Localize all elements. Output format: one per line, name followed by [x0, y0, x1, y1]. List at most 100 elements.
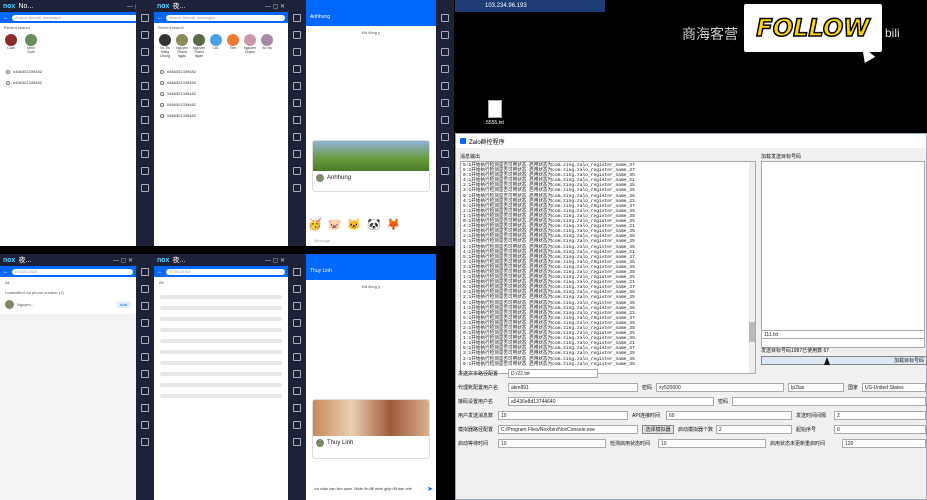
- history-item[interactable]: 0466301339482: [154, 88, 288, 99]
- recent-contact[interactable]: Nguyen Thanh Ngan: [192, 34, 206, 58]
- country-select[interactable]: US-United States: [862, 383, 926, 392]
- target-list[interactable]: [761, 161, 925, 348]
- back-icon[interactable]: ←: [157, 15, 163, 21]
- startup-time-input[interactable]: 10: [498, 439, 606, 448]
- result-name: Nguyen...: [17, 302, 35, 307]
- proxy-user-input[interactable]: akm891: [508, 383, 638, 392]
- follow-label: FOLLOW: [756, 13, 871, 43]
- log-output[interactable]: 5:1开始执行检测是否可用状态 启用状态为com.zing.zalo_regis…: [460, 161, 756, 374]
- password-input[interactable]: xy520600: [656, 383, 784, 392]
- tool-icon: [293, 150, 301, 158]
- recent-contact[interactable]: Cuơi: [4, 34, 18, 54]
- history-item[interactable]: 0466301339482: [154, 110, 288, 121]
- tool-icon: [293, 336, 301, 344]
- avatar: [316, 174, 324, 182]
- search-input[interactable]: 0730313925: [12, 268, 133, 275]
- restart-time-input[interactable]: 120: [842, 439, 926, 448]
- emulator-count-label: 启动模拟器个数: [678, 427, 714, 433]
- back-icon[interactable]: ←: [3, 15, 9, 21]
- chat-name: Anhhung: [310, 14, 331, 20]
- window-controls[interactable]: — ▢ ✕: [113, 257, 133, 264]
- tool-icon: [141, 438, 149, 446]
- search-bar[interactable]: ← Search friends, messages: [0, 12, 150, 23]
- sms-password-input[interactable]: [732, 397, 926, 406]
- emulator-title: 夜...: [172, 257, 186, 264]
- recent-contact[interactable]: Sư trụ: [260, 34, 274, 58]
- back-icon[interactable]: ←: [3, 269, 9, 275]
- sms-user-input[interactable]: a5436e8d13744640: [508, 397, 714, 406]
- start-index-label: 起始序号: [796, 427, 817, 433]
- tool-icon: [293, 31, 301, 39]
- emulator-5: nox 夜... — ▢ ✕ ← 0735131947 All: [154, 254, 288, 500]
- tool-icon: [293, 167, 301, 175]
- window-title: Zalo群控程序: [469, 139, 505, 146]
- desktop-file[interactable]: 5555.txt: [480, 100, 510, 126]
- sticker-row[interactable]: 🥳 🐷 🐱 🐼 🦊: [308, 218, 401, 231]
- tab-all[interactable]: All: [0, 277, 136, 288]
- load-target-button[interactable]: 加载目标号码: [761, 356, 927, 365]
- file-icon: [488, 100, 502, 118]
- tool-icon: [141, 421, 149, 429]
- history-item[interactable]: 0466301339482: [154, 66, 288, 77]
- tool-icon: [141, 150, 149, 158]
- add-friend-button[interactable]: Add: [115, 301, 131, 308]
- message-count-input[interactable]: 10: [498, 411, 628, 420]
- send-text-input[interactable]: D:/22.txt: [508, 369, 598, 378]
- tool-icon: [441, 82, 449, 90]
- contact-card[interactable]: Anhhung: [312, 140, 430, 192]
- recent-list: Vu Thi Hang Chung Nguyen Thanh Ngan Nguy…: [154, 32, 288, 60]
- contact-card[interactable]: Thuy Linh: [312, 399, 430, 459]
- emulator-path-input[interactable]: C:/Program Files/Nox/bin/NoxConsole.exe: [498, 425, 638, 434]
- search-input[interactable]: Search friends, messages: [12, 14, 147, 21]
- search-bar[interactable]: ← 0735131947: [154, 266, 288, 277]
- loading-skeleton: [160, 394, 282, 398]
- recent-contact[interactable]: Nguyen Thanh Ngan: [175, 34, 189, 58]
- tool-icon: [141, 65, 149, 73]
- history-item[interactable]: 0466301339482: [154, 99, 288, 110]
- recent-contact[interactable]: Minh Nuhi: [24, 34, 38, 54]
- recent-contact[interactable]: Nguyen Duyen: [243, 34, 257, 58]
- proxy-type-select[interactable]: Ip2las: [788, 383, 844, 392]
- history-item[interactable]: 0466301339482: [0, 77, 150, 88]
- interval-label: 发送时间间隔: [796, 413, 827, 419]
- search-bar[interactable]: ← Search friends, messages: [154, 12, 288, 23]
- tool-icon: [293, 48, 301, 56]
- window-controls[interactable]: — ▢ ✕: [265, 3, 285, 10]
- empty-area: [0, 314, 136, 500]
- emulator-path-label: 模拟器路径配置: [458, 427, 494, 433]
- start-index-input[interactable]: 0: [834, 425, 926, 434]
- tool-icon: [141, 82, 149, 90]
- recent-contact[interactable]: Vu Thi Hang Chung: [158, 34, 172, 58]
- message-input[interactable]: xin chào bạn làm quen. Nhắn tin để mình …: [314, 487, 424, 491]
- target-file-input[interactable]: 111.txt: [761, 330, 925, 339]
- choose-emulator-button[interactable]: 选择模拟器: [642, 425, 674, 434]
- send-icon[interactable]: ➤: [427, 485, 433, 493]
- recent-contact[interactable]: LiE: [209, 34, 223, 58]
- search-bar[interactable]: ← 0730313925: [0, 266, 136, 277]
- window-controls[interactable]: — ▢ ✕: [265, 257, 285, 264]
- history-item[interactable]: 0466301339482: [154, 77, 288, 88]
- search-result[interactable]: Nguyen... Add: [0, 297, 136, 312]
- tool-icon: [441, 133, 449, 141]
- chat-status: Đã đồng ý: [361, 284, 381, 289]
- history-item[interactable]: 0466301339482: [0, 66, 150, 77]
- emulator-count-input[interactable]: 2: [716, 425, 792, 434]
- message-input[interactable]: Message: [314, 238, 330, 243]
- tab-all[interactable]: All: [154, 277, 288, 288]
- interval-input[interactable]: 2: [834, 411, 926, 420]
- tool-icon: [141, 184, 149, 192]
- tool-icon: [293, 285, 301, 293]
- emulator-title-bar: nox 夜... — ▢ ✕: [154, 0, 288, 12]
- back-icon[interactable]: ←: [157, 269, 163, 275]
- check-time-input[interactable]: 10: [658, 439, 766, 448]
- api-time-input[interactable]: 60: [666, 411, 792, 420]
- log-scrollbar[interactable]: [749, 162, 755, 373]
- card-name: Thuy Linh: [327, 440, 354, 446]
- search-input[interactable]: 0735131947: [166, 268, 285, 275]
- tool-icon: [293, 82, 301, 90]
- recent-contact[interactable]: Tien: [226, 34, 240, 58]
- search-input[interactable]: Search friends, messages: [166, 14, 285, 21]
- tool-icon: [141, 370, 149, 378]
- check-time-label: 检测启用状态时间: [610, 441, 651, 447]
- loading-skeleton: [160, 317, 282, 321]
